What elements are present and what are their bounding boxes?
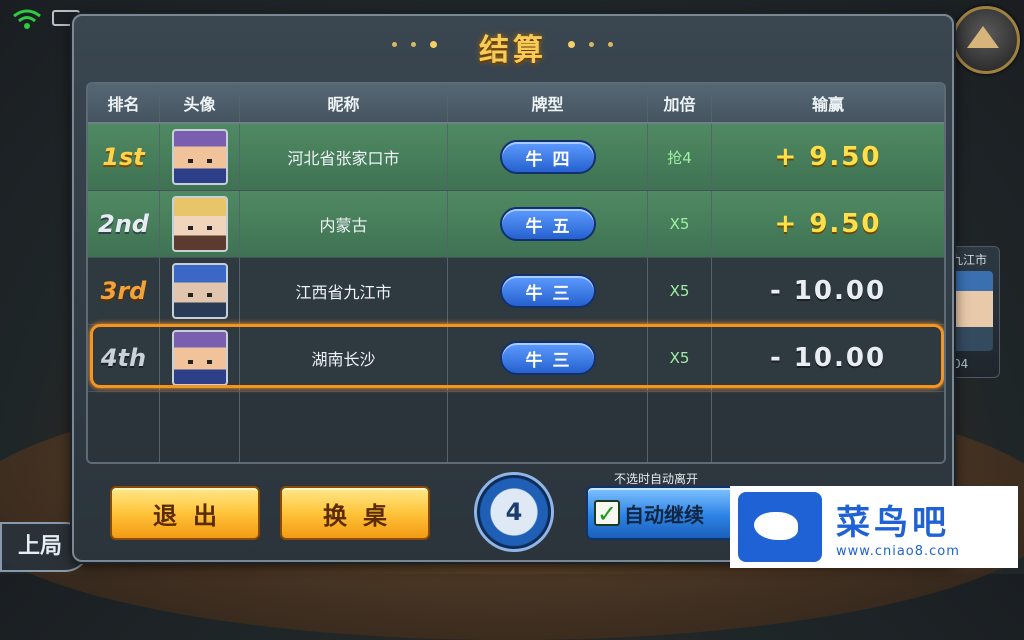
table-row: 4th 湖南长沙 牛三 X5 - 10.00 [88, 325, 944, 392]
score: + 9.50 [774, 142, 882, 172]
hand-type-badge: 牛四 [499, 140, 596, 174]
title-dots-right [568, 41, 613, 48]
multiplier: X5 [669, 349, 690, 367]
collapse-menu-button[interactable] [952, 6, 1020, 74]
table-row: 1st 河北省张家口市 牛四 抢4 + 9.50 [88, 124, 944, 191]
header-hand: 牌型 [448, 84, 648, 122]
watermark-title: 菜鸟吧 [836, 503, 950, 543]
header-score: 输赢 [811, 95, 844, 114]
exit-button[interactable]: 退出 [110, 486, 260, 540]
table-row: 2nd 内蒙古 牛五 X5 + 9.50 [88, 191, 944, 258]
triangle-up-icon [967, 26, 999, 48]
rank-label: 4th [100, 344, 147, 372]
auto-continue-label: 自动继续 [624, 502, 704, 527]
rank-label: 3rd [100, 277, 147, 305]
hand-type-badge: 牛三 [499, 341, 596, 375]
nickname: 湖南长沙 [311, 350, 376, 369]
score: + 9.50 [774, 209, 882, 239]
avatar [171, 129, 228, 185]
results-table: 排名 头像 昵称 牌型 加倍 输赢 1st 河北省张家口市 牛四 抢4 + 9.… [86, 82, 946, 464]
wifi-icon [12, 8, 42, 34]
header-multiplier: 加倍 [648, 84, 712, 122]
panel-title: 结算 [479, 33, 547, 68]
auto-continue-toggle[interactable]: ✓ 自动继续 [586, 486, 742, 540]
auto-leave-hint: 不选时自动离开 [614, 472, 699, 486]
right-player-seat: 九江市 04 [946, 246, 1000, 378]
avatar [171, 196, 228, 252]
right-player-name: 九江市 [951, 253, 988, 267]
multiplier: X5 [669, 215, 690, 233]
table-header: 排名 头像 昵称 牌型 加倍 输赢 [88, 84, 944, 124]
header-avatar: 头像 [160, 84, 240, 122]
table-row: 3rd 江西省九江市 牛三 X5 - 10.00 [88, 258, 944, 325]
right-player-number: 04 [953, 357, 969, 371]
score: - 10.00 [769, 276, 887, 306]
avatar [171, 263, 228, 319]
nickname: 河北省张家口市 [287, 149, 400, 168]
header-rank: 排名 [88, 84, 160, 122]
multiplier: X5 [669, 282, 690, 300]
avatar [171, 330, 228, 386]
change-table-button[interactable]: 换桌 [280, 486, 430, 540]
countdown-timer: 4 [474, 472, 554, 552]
empty-row [88, 392, 944, 462]
hand-type-badge: 牛五 [499, 207, 596, 241]
watermark: 菜鸟吧 www.cniao8.com [730, 486, 1018, 568]
watermark-url: www.cniao8.com [836, 544, 960, 559]
bird-logo-icon [738, 492, 822, 562]
multiplier: 抢4 [667, 148, 692, 167]
header-nickname: 昵称 [240, 84, 448, 122]
score: - 10.00 [769, 343, 887, 373]
hand-type-badge: 牛三 [499, 274, 596, 308]
rank-label: 2nd [98, 210, 149, 238]
nickname: 江西省九江市 [295, 283, 392, 302]
rank-label: 1st [102, 143, 145, 171]
title-dots-left [392, 41, 437, 48]
right-player-avatar [953, 271, 993, 351]
title-bar: 结算 [74, 16, 952, 74]
settlement-panel: 结算 排名 头像 昵称 牌型 加倍 输赢 1st 河北省张家口市 牛四 抢4 +… [72, 14, 954, 562]
checkmark-icon[interactable]: ✓ [594, 500, 620, 526]
nickname: 内蒙古 [319, 216, 368, 235]
